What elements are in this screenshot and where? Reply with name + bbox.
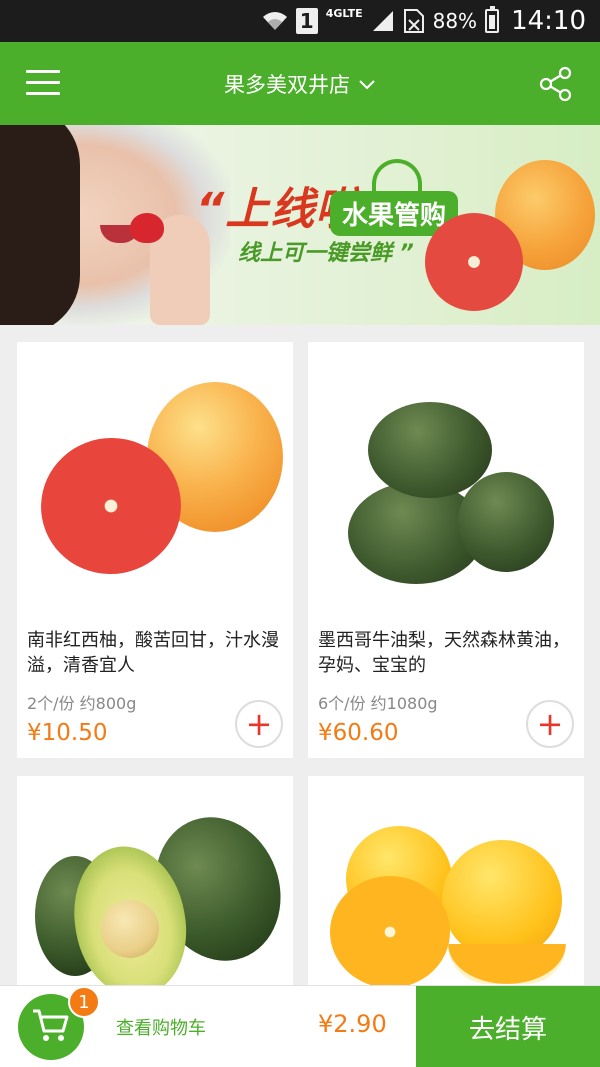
product-spec: 6个/份 约1080g [318, 694, 438, 713]
product-card[interactable] [308, 776, 584, 985]
signal-icon [371, 9, 395, 33]
strawberry-image [130, 213, 164, 243]
product-image-oranges [308, 776, 584, 985]
add-to-cart-button[interactable]: + [235, 700, 283, 748]
checkout-button[interactable]: 去结算 [416, 986, 600, 1067]
product-price: ¥60.60 [318, 720, 399, 746]
clock: 14:10 [511, 6, 586, 36]
grapefruit-half-image [425, 213, 523, 311]
share-icon[interactable] [538, 66, 574, 102]
app-header: 果多美双井店 [0, 42, 600, 125]
product-name: 墨西哥牛油梨，天然森林黄油，孕妈、宝宝的 [318, 630, 570, 676]
battery-percent: 88% [432, 9, 478, 33]
add-to-cart-button[interactable]: + [526, 700, 574, 748]
network-type: 4GLTE [325, 7, 363, 20]
view-cart-link[interactable]: 查看购物车 [116, 1014, 206, 1040]
chevron-down-icon [358, 72, 376, 96]
battery-icon [485, 6, 500, 33]
menu-icon[interactable] [26, 70, 60, 98]
status-bar: 1 4GLTE 88% 14:10 [0, 0, 600, 42]
product-card[interactable]: 墨西哥牛油梨，天然森林黄油，孕妈、宝宝的 6个/份 约1080g ¥60.60 … [308, 342, 584, 758]
store-name: 果多美双井店 [224, 72, 350, 97]
product-image-avocado [308, 342, 584, 620]
product-price: ¥10.50 [27, 720, 108, 746]
cart-icon [31, 1007, 71, 1047]
wifi-icon [262, 10, 288, 32]
cart-total: ¥2.90 [318, 1010, 387, 1038]
product-name: 南非红西柚，酸苦回甘，汁水漫溢，清香宜人 [27, 630, 279, 676]
product-image-avocado-halved [17, 776, 293, 985]
product-spec: 2个/份 约800g [27, 694, 137, 713]
banner-subtitle: 线上可一键尝鲜 ” [238, 241, 414, 266]
promo-banner[interactable]: “上线啦 水果管购 线上可一键尝鲜 ” [0, 125, 600, 325]
cart-count-badge: 1 [68, 986, 100, 1018]
store-selector[interactable]: 果多美双井店 [224, 69, 376, 99]
product-card[interactable]: 南非红西柚，酸苦回甘，汁水漫溢，清香宜人 2个/份 约800g ¥10.50 + [17, 342, 293, 758]
cart-button[interactable]: 1 [18, 986, 100, 1060]
no-sim-icon [403, 8, 425, 34]
cart-bar: 1 查看购物车 ¥2.90 去结算 [0, 985, 600, 1067]
product-image-grapefruit [17, 342, 293, 620]
product-card[interactable] [17, 776, 293, 985]
sim-slot-indicator: 1 [295, 8, 318, 34]
